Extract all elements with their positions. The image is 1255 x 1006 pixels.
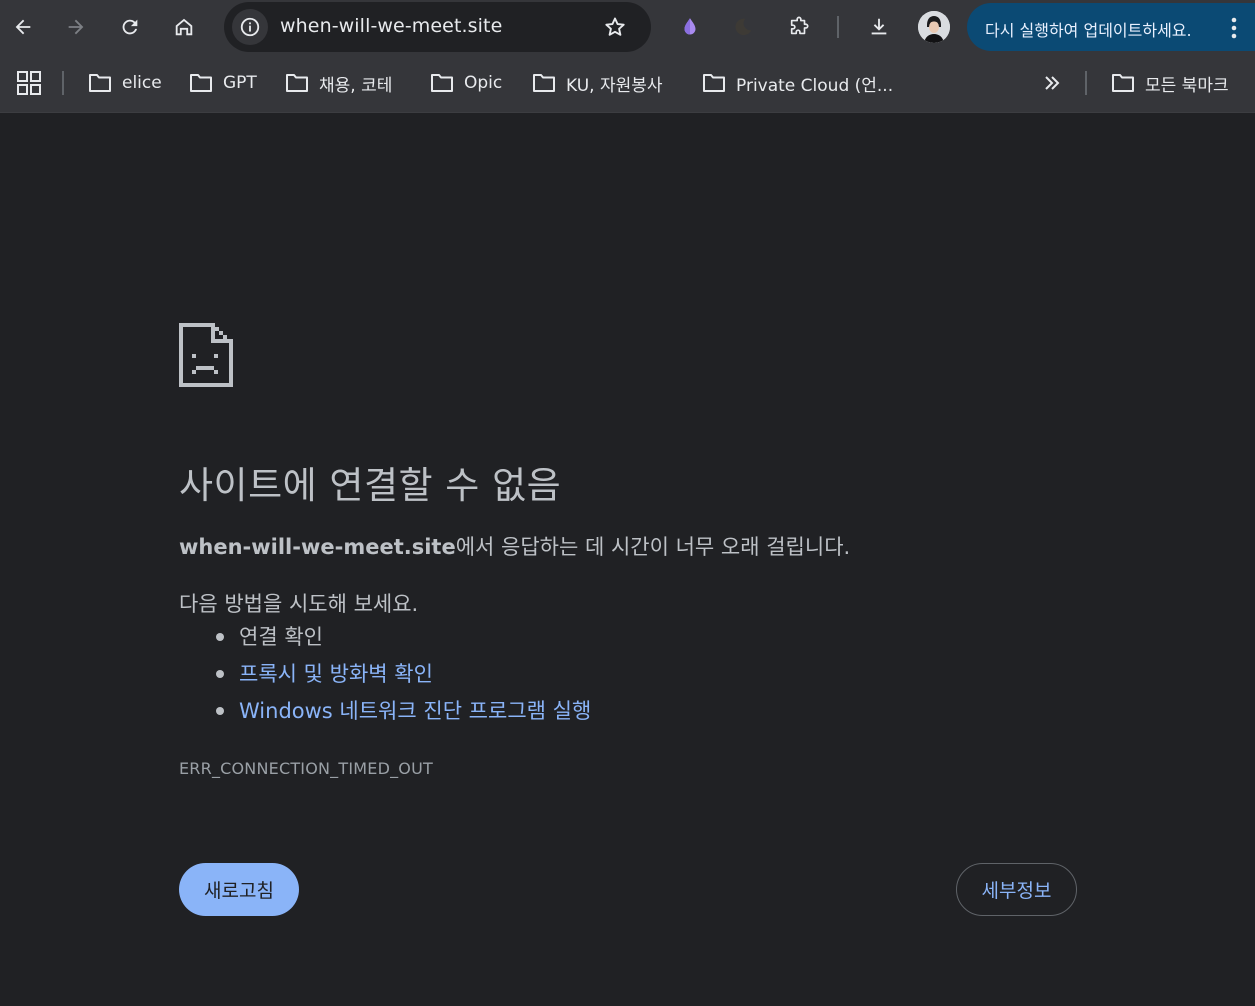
bookmark-folder[interactable]: elice xyxy=(88,69,162,97)
bookmark-label: 채용, 코테 xyxy=(319,75,393,96)
error-code: ERR_CONNECTION_TIMED_OUT xyxy=(179,759,433,778)
chevron-double-right-icon[interactable] xyxy=(1040,71,1064,95)
star-icon xyxy=(605,17,625,36)
extension-drop-button[interactable] xyxy=(672,9,708,45)
folder-icon xyxy=(286,74,308,92)
water-drop-icon xyxy=(684,18,696,35)
folder-icon xyxy=(1112,74,1134,92)
extension-moon-button[interactable] xyxy=(725,9,761,45)
refresh-icon xyxy=(122,19,138,35)
profile-avatar[interactable] xyxy=(918,11,950,43)
update-relaunch-button[interactable]: 다시 실행하여 업데이트하세요. xyxy=(967,3,1255,51)
downloads-button[interactable] xyxy=(861,9,897,45)
bookmark-label: Opic xyxy=(464,73,503,93)
browser-toolbar: when-will-we-meet.site 다시 실행하여 업데이트하세요. xyxy=(0,0,1255,55)
error-title: 사이트에 연결할 수 없음 xyxy=(179,464,562,507)
bookmarks-divider xyxy=(1085,71,1087,95)
address-bar[interactable]: when-will-we-meet.site xyxy=(224,2,651,52)
bookmark-folder[interactable]: Private Cloud (언... xyxy=(702,69,893,97)
apps-grid-icon[interactable] xyxy=(16,70,42,96)
bookmark-folder[interactable]: Opic xyxy=(430,69,502,97)
profile-photo-icon xyxy=(918,11,950,43)
reload-button[interactable] xyxy=(112,9,148,45)
kebab-menu-icon[interactable] xyxy=(1225,15,1243,41)
reload-page-button[interactable]: 새로고침 xyxy=(179,863,299,916)
all-bookmarks-button[interactable]: 모든 북마크 xyxy=(1111,69,1229,97)
error-description-text: 에서 응답하는 데 시간이 너무 오래 걸립니다. xyxy=(455,535,851,559)
url-text[interactable]: when-will-we-meet.site xyxy=(280,15,502,37)
back-button[interactable] xyxy=(5,9,41,45)
folder-icon xyxy=(431,74,453,92)
arrow-left-icon xyxy=(15,19,31,35)
suggestions-list: 연결 확인 프록시 및 방화벽 확인 Windows 네트워크 진단 프로그램 … xyxy=(179,622,591,733)
error-host: when-will-we-meet.site xyxy=(179,535,456,559)
site-info-button[interactable] xyxy=(232,9,268,45)
suggestions-heading: 다음 방법을 시도해 보세요. xyxy=(179,592,419,616)
suggestion-check-connection: 연결 확인 xyxy=(179,622,591,659)
error-description: when-will-we-meet.site에서 응답하는 데 시간이 너무 오… xyxy=(179,531,850,561)
bookmark-folder[interactable]: GPT xyxy=(189,69,257,97)
arrow-right-icon xyxy=(68,19,84,35)
home-button[interactable] xyxy=(166,9,202,45)
sad-page-icon xyxy=(179,323,233,387)
folder-icon xyxy=(533,74,555,92)
moon-icon xyxy=(735,18,752,36)
suggestion-run-network-diagnostics-link[interactable]: Windows 네트워크 진단 프로그램 실행 xyxy=(179,696,591,733)
download-icon xyxy=(871,18,887,35)
puzzle-icon xyxy=(790,16,809,35)
bookmark-label: GPT xyxy=(223,73,257,93)
all-bookmarks-label: 모든 북마크 xyxy=(1145,75,1229,96)
bookmark-label: KU, 자원봉사 xyxy=(566,75,663,96)
toolbar-divider xyxy=(837,16,839,38)
bookmarks-divider xyxy=(62,71,64,95)
bookmark-folder[interactable]: 채용, 코테 xyxy=(285,69,392,97)
suggestion-check-proxy-firewall-link[interactable]: 프록시 및 방화벽 확인 xyxy=(179,659,591,696)
bookmark-star-button[interactable] xyxy=(598,10,632,44)
bookmarks-bar: elice GPT 채용, 코테 Opic KU, 자원봉사 Private C… xyxy=(0,55,1255,113)
folder-icon xyxy=(703,74,725,92)
folder-icon xyxy=(190,74,212,92)
bookmark-label: Private Cloud (언... xyxy=(736,75,894,96)
folder-icon xyxy=(89,74,111,92)
home-icon xyxy=(175,18,193,36)
info-icon xyxy=(240,17,260,37)
update-label: 다시 실행하여 업데이트하세요. xyxy=(985,21,1192,40)
forward-button[interactable] xyxy=(58,9,94,45)
details-button[interactable]: 세부정보 xyxy=(956,863,1077,916)
extensions-button[interactable] xyxy=(781,9,817,45)
bookmark-folder[interactable]: KU, 자원봉사 xyxy=(532,69,663,97)
bookmark-label: elice xyxy=(122,73,162,93)
